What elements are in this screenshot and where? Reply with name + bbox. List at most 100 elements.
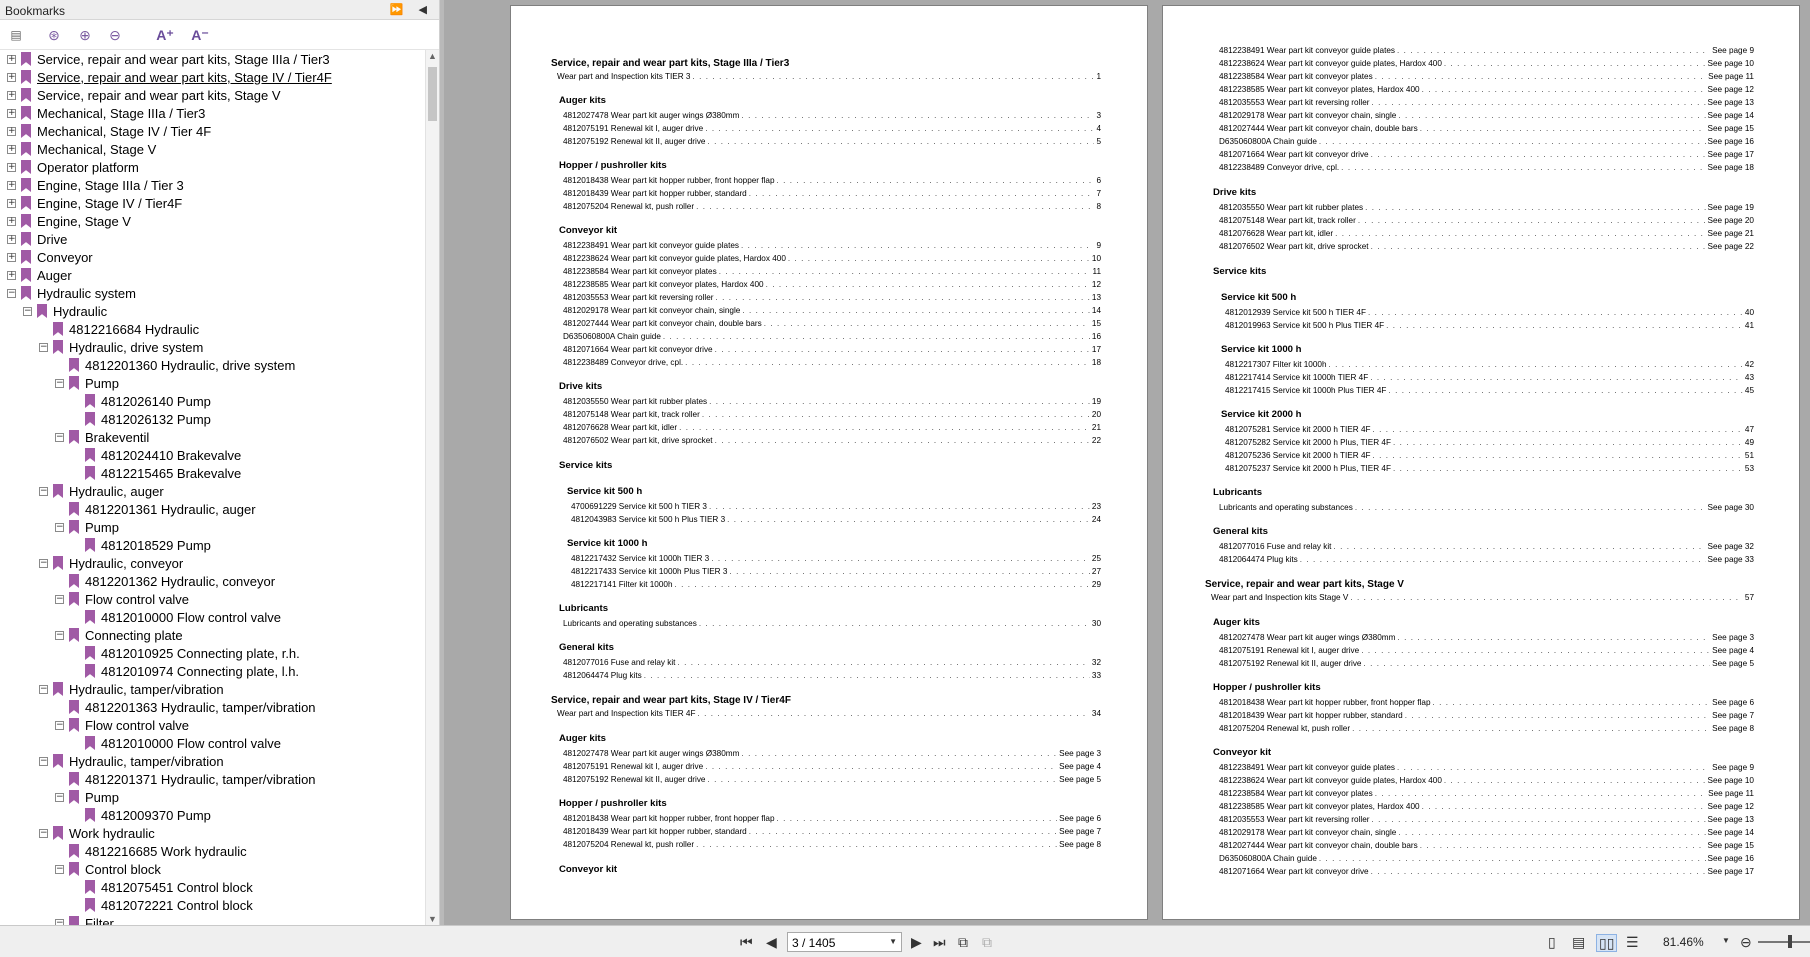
collapse-icon[interactable]: −: [55, 522, 64, 532]
collapse-icon[interactable]: −: [55, 594, 64, 604]
toc-entry[interactable]: 4812018438 Wear part kit hopper rubber, …: [563, 176, 1101, 188]
last-page-icon[interactable]: ⏭: [933, 934, 946, 950]
expand-icon[interactable]: +: [7, 54, 16, 64]
toc-entry[interactable]: 4812076502 Wear part kit, drive sprocket…: [563, 436, 1101, 448]
bookmark-item[interactable]: + Engine, Stage IV / Tier4F: [7, 194, 182, 212]
toc-entry[interactable]: 4812075148 Wear part kit, track roller 20: [563, 410, 1101, 422]
toc-entry[interactable]: 4812019963 Service kit 500 h Plus TIER 4…: [1225, 321, 1754, 333]
collapse-icon[interactable]: −: [39, 486, 48, 496]
bookmark-item[interactable]: − Pump: [55, 788, 119, 806]
bookmark-item[interactable]: + Service, repair and wear part kits, Sta…: [7, 50, 330, 68]
zoom-slider[interactable]: [1758, 941, 1810, 943]
toc-entry[interactable]: 4812035550 Wear part kit rubber plates Se…: [1219, 203, 1754, 215]
toc-entry[interactable]: 4812075192 Renewal kit II, auger drive Se…: [1219, 659, 1754, 671]
toc-entry[interactable]: 4812027478 Wear part kit auger wings Ø38…: [563, 111, 1101, 123]
toc-entry[interactable]: D635060800A Chain guide See page 16: [1219, 137, 1754, 149]
toc-entry[interactable]: 4812217141 Filter kit 1000h 29: [571, 580, 1101, 592]
toc-entry[interactable]: 4812076628 Wear part kit, idler See page …: [1219, 229, 1754, 241]
toc-entry[interactable]: 4812238624 Wear part kit conveyor guide …: [563, 254, 1101, 266]
bookmark-item[interactable]: 4812075451 Control block: [71, 878, 253, 896]
bookmark-item[interactable]: + Engine, Stage V: [7, 212, 131, 230]
bookmark-item[interactable]: + Mechanical, Stage IIIa / Tier3: [7, 104, 205, 122]
toc-entry[interactable]: 4812238584 Wear part kit conveyor plates…: [563, 267, 1101, 279]
expand-icon[interactable]: +: [7, 270, 16, 280]
bookmark-item[interactable]: 4812072221 Control block: [71, 896, 253, 914]
bookmark-item[interactable]: − Hydraulic system: [7, 284, 136, 302]
zoom-level[interactable]: 81.46%: [1663, 935, 1704, 949]
expand-icon[interactable]: +: [7, 162, 16, 172]
bookmark-item[interactable]: 4812215465 Brakevalve: [71, 464, 241, 482]
toc-entry[interactable]: 4812018439 Wear part kit hopper rubber, …: [563, 827, 1101, 839]
toc-entry[interactable]: D635060800A Chain guide See page 16: [1219, 854, 1754, 866]
previous-page-icon[interactable]: ◀: [766, 934, 777, 950]
toc-entry[interactable]: 4812075204 Renewal kt, push roller 8: [563, 202, 1101, 214]
collapse-icon[interactable]: −: [55, 378, 64, 388]
expand-icon[interactable]: +: [7, 252, 16, 262]
toc-entry[interactable]: 4812238585 Wear part kit conveyor plates…: [1219, 802, 1754, 814]
toc-entry[interactable]: 4812217415 Service kit 1000h Plus TIER 4…: [1225, 386, 1754, 398]
toc-entry[interactable]: 4812217414 Service kit 1000h TIER 4F 43: [1225, 373, 1754, 385]
toc-entry[interactable]: 4812075204 Renewal kt, push roller See pa…: [563, 840, 1101, 852]
bookmark-item[interactable]: − Pump: [55, 518, 119, 536]
bookmark-item[interactable]: 4812010974 Connecting plate, l.h.: [71, 662, 299, 680]
collapse-icon[interactable]: −: [7, 288, 16, 298]
collapse-icon[interactable]: −: [39, 684, 48, 694]
expand-icon[interactable]: +: [7, 126, 16, 136]
bookmark-item[interactable]: 4812201371 Hydraulic, tamper/vibration: [55, 770, 316, 788]
next-page-icon[interactable]: ▶: [911, 934, 922, 950]
bookmark-item[interactable]: 4812010925 Connecting plate, r.h.: [71, 644, 300, 662]
toc-entry[interactable]: Lubricants and operating substances 30: [563, 619, 1101, 631]
collapse-icon[interactable]: −: [55, 864, 64, 874]
toc-entry[interactable]: 4812238491 Wear part kit conveyor guide …: [1219, 763, 1754, 775]
bookmark-item[interactable]: + Drive: [7, 230, 67, 248]
collapse-icon[interactable]: −: [55, 720, 64, 730]
collapse-icon[interactable]: −: [39, 342, 48, 352]
toc-entry[interactable]: 4812018438 Wear part kit hopper rubber, …: [1219, 698, 1754, 710]
bookmark-item[interactable]: + Conveyor: [7, 248, 93, 266]
toc-entry[interactable]: 4812238624 Wear part kit conveyor guide …: [1219, 776, 1754, 788]
first-page-icon[interactable]: ⏮: [740, 934, 753, 950]
toc-entry[interactable]: 4812027444 Wear part kit conveyor chain,…: [1219, 841, 1754, 853]
toc-entry[interactable]: 4812217432 Service kit 1000h TIER 3 25: [571, 554, 1101, 566]
zoom-dropdown-icon[interactable]: ▼: [1722, 936, 1730, 945]
bookmark-item[interactable]: − Hydraulic, tamper/vibration: [39, 752, 224, 770]
bookmark-item[interactable]: 4812216685 Work hydraulic: [55, 842, 247, 860]
toc-entry[interactable]: Wear part and Inspection kits TIER 4F 34: [557, 709, 1101, 721]
toc-entry[interactable]: 4812064474 Plug kits See page 33: [1219, 555, 1754, 567]
continuous-page-icon[interactable]: ▤: [1572, 934, 1585, 950]
toc-entry[interactable]: 4812075236 Service kit 2000 h TIER 4F 51: [1225, 451, 1754, 463]
toc-entry[interactable]: 4812075204 Renewal kt, push roller See pa…: [1219, 724, 1754, 736]
bookmark-item[interactable]: + Service, repair and wear part kits, Sta…: [7, 86, 281, 104]
single-page-icon[interactable]: ▯: [1548, 934, 1556, 950]
toc-entry[interactable]: 4812238584 Wear part kit conveyor plates…: [1219, 789, 1754, 801]
bookmark-item[interactable]: − Control block: [55, 860, 161, 878]
bookmark-item[interactable]: − Hydraulic, drive system: [39, 338, 203, 356]
scroll-up-icon[interactable]: ▲: [428, 51, 437, 61]
toc-entry[interactable]: 4812027444 Wear part kit conveyor chain,…: [1219, 124, 1754, 136]
toc-entry[interactable]: 4812077016 Fuse and relay kit 32: [563, 658, 1101, 670]
toc-entry[interactable]: 4812238585 Wear part kit conveyor plates…: [1219, 85, 1754, 97]
document-view[interactable]: Service, repair and wear part kits, Stag…: [444, 0, 1810, 925]
bookmark-item[interactable]: 4812009370 Pump: [71, 806, 211, 824]
toc-entry[interactable]: 4812071664 Wear part kit conveyor drive 1…: [563, 345, 1101, 357]
bookmark-find-icon[interactable]: ⊛: [46, 27, 62, 43]
toc-entry[interactable]: 4812018438 Wear part kit hopper rubber, …: [563, 814, 1101, 826]
font-increase-icon[interactable]: A⁺: [155, 27, 175, 43]
font-decrease-icon[interactable]: A⁻: [190, 27, 210, 43]
bookmark-item[interactable]: − Flow control valve: [55, 716, 189, 734]
toc-entry[interactable]: 4812027478 Wear part kit auger wings Ø38…: [563, 749, 1101, 761]
toc-entry[interactable]: 4700691229 Service kit 500 h TIER 3 23: [571, 502, 1101, 514]
facing-pages-icon[interactable]: ▯▯: [1596, 934, 1618, 952]
toc-entry[interactable]: 4812076502 Wear part kit, drive sprocket…: [1219, 242, 1754, 254]
panel-collapse-icons[interactable]: ⏩ ◀: [390, 3, 433, 16]
bookmark-item[interactable]: − Work hydraulic: [39, 824, 155, 842]
toc-entry[interactable]: 4812075191 Renewal kit I, auger drive See…: [1219, 646, 1754, 658]
zoom-slider-thumb[interactable]: [1788, 935, 1792, 948]
bookmark-item[interactable]: 4812201362 Hydraulic, conveyor: [55, 572, 275, 590]
bookmark-item[interactable]: − Flow control valve: [55, 590, 189, 608]
toc-entry[interactable]: 4812035553 Wear part kit reversing rolle…: [1219, 98, 1754, 110]
bookmark-item[interactable]: − Hydraulic, tamper/vibration: [39, 680, 224, 698]
collapse-icon[interactable]: −: [23, 306, 32, 316]
toc-entry[interactable]: 4812018439 Wear part kit hopper rubber, …: [563, 189, 1101, 201]
toc-entry[interactable]: 4812071664 Wear part kit conveyor drive S…: [1219, 867, 1754, 879]
